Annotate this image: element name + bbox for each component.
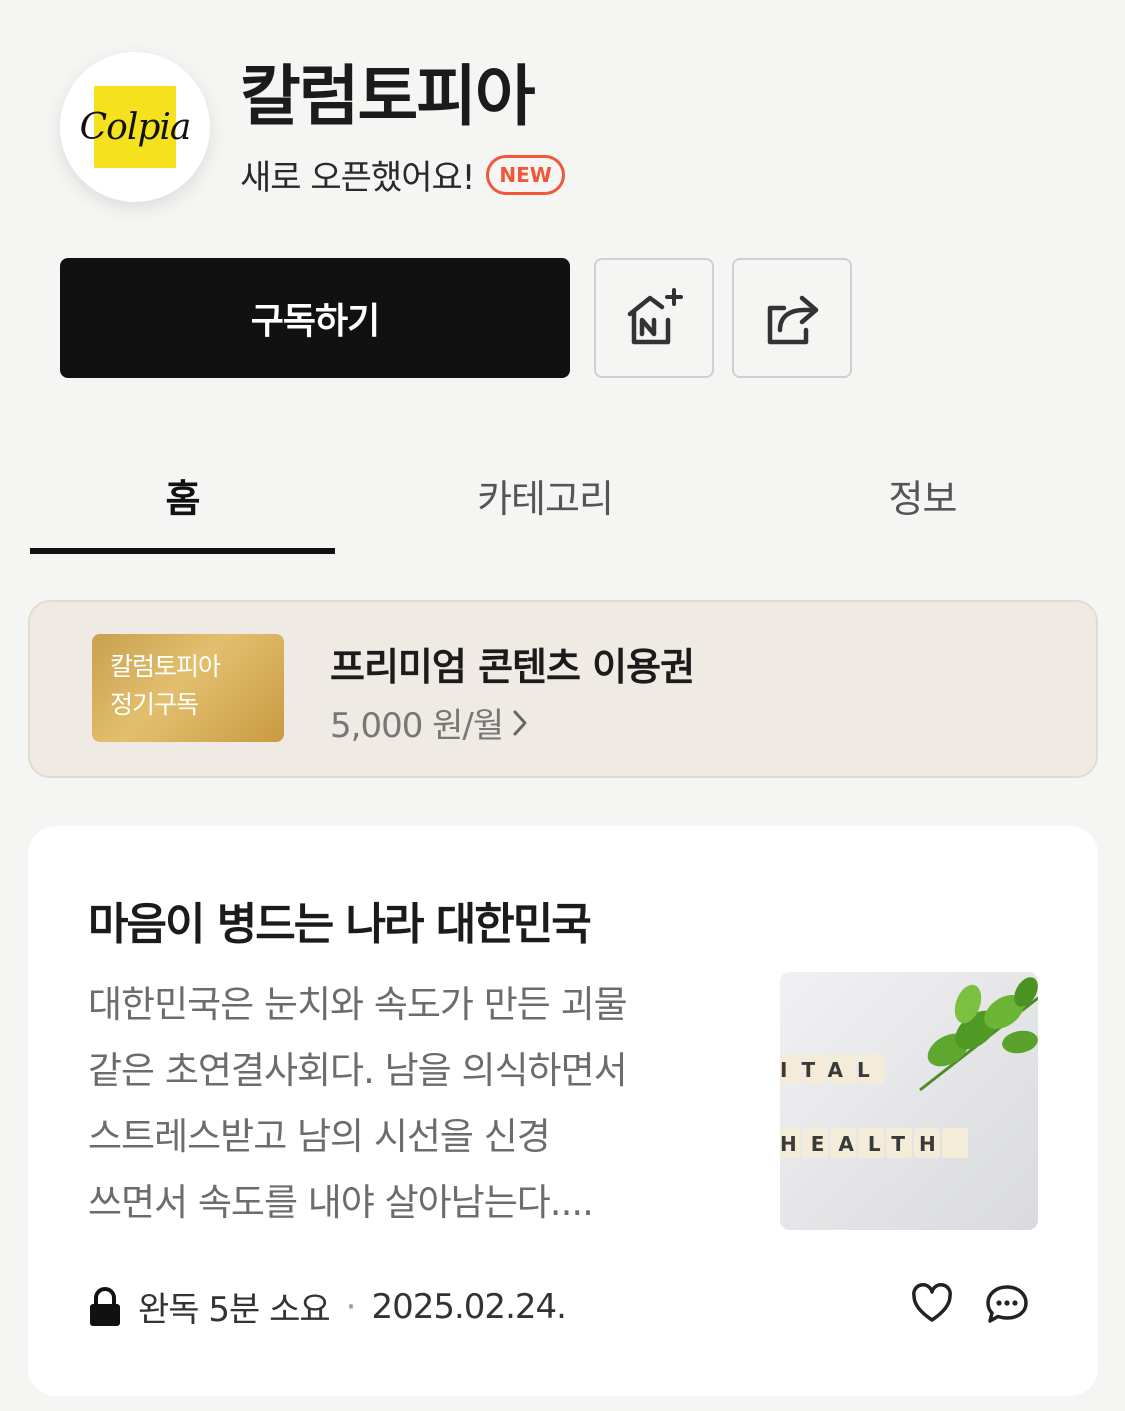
subscribe-button[interactable]: 구독하기 xyxy=(60,258,570,378)
article-excerpt: 대한민국은 눈치와 속도가 만든 괴물 같은 초연결사회다. 남을 의식하면서 … xyxy=(88,972,728,1236)
excerpt-line: 쓰면서 속도를 내야 살아남는다.... xyxy=(88,1181,594,1224)
premium-title: 프리미엄 콘텐츠 이용권 xyxy=(330,645,695,689)
active-tab-indicator xyxy=(30,548,335,554)
article-thumbnail[interactable]: ITAL HEALTH xyxy=(780,972,1038,1230)
excerpt-line: 대한민국은 눈치와 속도가 만든 괴물 xyxy=(88,983,628,1026)
excerpt-line: 같은 초연결사회다. 남을 의식하면서 xyxy=(88,1049,628,1092)
add-to-home-button[interactable] xyxy=(594,258,714,378)
logo-square: Colpia xyxy=(80,86,191,168)
tab-home[interactable]: 홈 xyxy=(30,468,335,523)
tab-category[interactable]: 카테고리 xyxy=(390,468,700,523)
share-button[interactable] xyxy=(732,258,852,378)
article-meta: 완독 5분 소요 · 2025.02.24. xyxy=(88,1282,567,1331)
excerpt-line: 스트레스받고 남의 시선을 신경 xyxy=(88,1115,551,1158)
premium-subscription-card[interactable]: 칼럼토피아 정기구독 프리미엄 콘텐츠 이용권 5,000 원/월 xyxy=(28,600,1098,778)
premium-price: 5,000 원/월 xyxy=(330,706,504,746)
read-time: 완독 5분 소요 xyxy=(138,1290,331,1330)
chevron-right-icon xyxy=(513,710,527,735)
channel-page: Colpia 칼럼토피아 새로 오픈했어요! NEW 구독하기 홈 카테고리 정… xyxy=(0,0,1125,1411)
channel-subtitle-row: 새로 오픈했어요! NEW xyxy=(240,150,565,199)
channel-logo[interactable]: Colpia xyxy=(60,52,210,202)
premium-price-link[interactable]: 5,000 원/월 xyxy=(330,698,529,747)
comment-icon[interactable] xyxy=(984,1282,1030,1326)
tab-info[interactable]: 정보 xyxy=(770,468,1075,523)
channel-subtitle: 새로 오픈했어요! xyxy=(240,158,475,198)
logo-text: Colpia xyxy=(79,106,192,148)
thumb-word-1: ITAL xyxy=(780,1058,884,1082)
article-title[interactable]: 마음이 병드는 나라 대한민국 xyxy=(88,888,592,952)
article-card[interactable]: 마음이 병드는 나라 대한민국 대한민국은 눈치와 속도가 만든 괴물 같은 초… xyxy=(28,826,1098,1396)
subscription-ticket: 칼럼토피아 정기구독 xyxy=(92,634,284,742)
naver-home-add-icon xyxy=(627,288,683,345)
ticket-line-1: 칼럼토피아 xyxy=(110,652,221,681)
lock-icon xyxy=(90,1286,120,1326)
share-icon xyxy=(767,295,819,345)
thumb-word-2: HEALTH xyxy=(780,1132,950,1156)
ticket-line-2: 정기구독 xyxy=(110,690,199,719)
channel-title: 칼럼토피아 xyxy=(240,58,536,135)
new-badge: NEW xyxy=(486,154,565,195)
thumbnail-image: ITAL HEALTH xyxy=(780,972,1038,1230)
publish-date: 2025.02.24. xyxy=(371,1286,566,1327)
meta-separator: · xyxy=(345,1286,357,1327)
heart-icon[interactable] xyxy=(910,1282,954,1326)
